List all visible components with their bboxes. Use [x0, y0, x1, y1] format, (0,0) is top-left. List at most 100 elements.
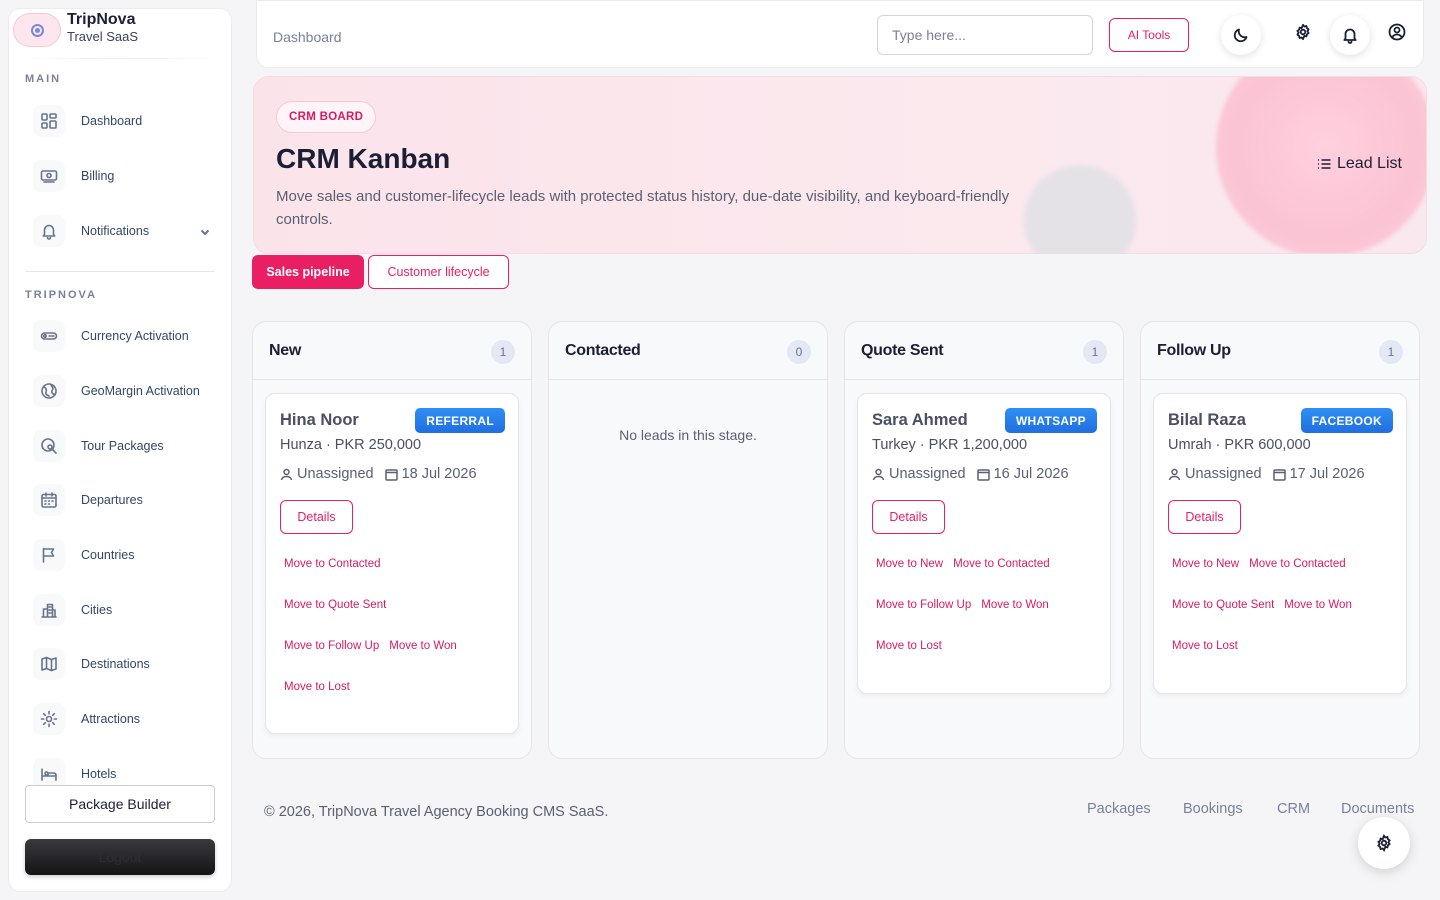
- search-globe-icon: [33, 430, 65, 462]
- move-to-quote-sent-link[interactable]: Move to Quote Sent: [1172, 599, 1274, 640]
- sidebar-item-tour-packages[interactable]: Tour Packages: [25, 426, 221, 466]
- footer-link-bookings[interactable]: Bookings: [1183, 801, 1243, 817]
- lead-card[interactable]: Sara Ahmed WHATSAPP Turkey · PKR 1,200,0…: [857, 393, 1111, 694]
- calendar-icon: [384, 468, 398, 481]
- move-to-contacted-link[interactable]: Move to Contacted: [953, 558, 1050, 599]
- settings-button[interactable]: [1283, 12, 1323, 52]
- sidebar-item-label: Tour Packages: [81, 439, 164, 453]
- bell-icon: [33, 215, 65, 247]
- gear-icon: [1377, 834, 1391, 852]
- column-title: Quote Sent: [861, 342, 944, 359]
- sidebar-item-attractions[interactable]: Attractions: [25, 699, 221, 739]
- move-to-contacted-link[interactable]: Move to Contacted: [1249, 558, 1346, 599]
- sidebar-item-destinations[interactable]: Destinations: [25, 644, 221, 684]
- sidebar-item-notifications[interactable]: Notifications: [25, 211, 221, 251]
- footer-link-crm[interactable]: CRM: [1277, 801, 1310, 817]
- lead-name: Hina Noor: [280, 411, 359, 429]
- ai-tools-button[interactable]: AI Tools: [1109, 18, 1189, 52]
- user-icon: [280, 468, 293, 480]
- calendar-icon: [1272, 468, 1286, 481]
- move-to-contacted-link[interactable]: Move to Contacted: [284, 558, 381, 599]
- notifications-button[interactable]: [1330, 15, 1370, 55]
- tab-customer-lifecycle[interactable]: Customer lifecycle: [368, 255, 509, 289]
- lead-card[interactable]: Bilal Raza FACEBOOK Umrah · PKR 600,000 …: [1153, 393, 1407, 694]
- move-to-lost-link[interactable]: Move to Lost: [284, 681, 350, 722]
- lead-list-link[interactable]: Lead List: [1316, 155, 1402, 173]
- search-input[interactable]: [877, 15, 1093, 55]
- details-button[interactable]: Details: [872, 500, 945, 534]
- column-header: Follow Up 1: [1141, 322, 1419, 380]
- top-navbar: Dashboard AI Tools: [256, 0, 1424, 68]
- move-actions: Move to Contacted Move to Quote Sent Mov…: [284, 558, 508, 722]
- sidebar-item-currency-activation[interactable]: Currency Activation: [25, 316, 221, 356]
- crm-board-badge: CRM BOARD: [276, 101, 377, 133]
- lead-assignee: Unassigned: [1185, 466, 1262, 482]
- decorative-blob: [1024, 165, 1136, 253]
- section-title-main: MAIN: [25, 73, 62, 85]
- lead-meta: Unassigned 17 Jul 2026: [1168, 466, 1365, 482]
- calendar-icon: [976, 468, 990, 481]
- move-to-quote-sent-link[interactable]: Move to Quote Sent: [284, 599, 386, 640]
- lead-summary: Turkey · PKR 1,200,000: [872, 437, 1028, 453]
- sidebar-item-departures[interactable]: Departures: [25, 480, 221, 520]
- lead-source-badge: FACEBOOK: [1300, 408, 1393, 433]
- move-to-follow-up-link[interactable]: Move to Follow Up: [284, 640, 379, 681]
- footer-copyright: © 2026, TripNova Travel Agency Booking C…: [264, 804, 609, 820]
- details-button[interactable]: Details: [1168, 500, 1241, 534]
- kanban-column-contacted: Contacted 0 No leads in this stage.: [548, 321, 828, 759]
- kanban-column-quote-sent: Quote Sent 1 Sara Ahmed WHATSAPP Turkey …: [844, 321, 1124, 759]
- sidebar-item-label: Departures: [81, 493, 143, 507]
- configurator-fab-button[interactable]: [1358, 817, 1410, 869]
- lead-meta: Unassigned 16 Jul 2026: [872, 466, 1069, 482]
- footer-link-documents[interactable]: Documents: [1341, 801, 1414, 817]
- moon-icon: [1233, 28, 1248, 43]
- move-to-follow-up-link[interactable]: Move to Follow Up: [876, 599, 971, 640]
- move-actions: Move to New Move to Contacted Move to Quo…: [1172, 558, 1396, 681]
- account-button[interactable]: [1377, 12, 1417, 52]
- map-icon: [33, 648, 65, 680]
- user-icon: [872, 468, 885, 480]
- lead-due-date: 16 Jul 2026: [993, 466, 1069, 482]
- move-to-won-link[interactable]: Move to Won: [389, 640, 457, 681]
- details-button[interactable]: Details: [280, 500, 353, 534]
- package-builder-button[interactable]: Package Builder: [25, 785, 215, 823]
- kanban-column-follow-up: Follow Up 1 Bilal Raza FACEBOOK Umrah · …: [1140, 321, 1420, 759]
- move-to-new-link[interactable]: Move to New: [876, 558, 943, 599]
- flag-icon: [33, 539, 65, 571]
- sidebar-item-label: Notifications: [81, 224, 150, 238]
- lead-name: Bilal Raza: [1168, 411, 1246, 429]
- billing-icon: [33, 160, 65, 192]
- section-title-tripnova: TRIPNOVA: [25, 289, 98, 301]
- logout-button[interactable]: Logout: [25, 839, 215, 875]
- lead-summary: Hunza · PKR 250,000: [280, 437, 422, 453]
- move-to-lost-link[interactable]: Move to Lost: [876, 640, 942, 681]
- lead-card[interactable]: Hina Noor REFERRAL Hunza · PKR 250,000 U…: [265, 393, 519, 734]
- brand[interactable]: TripNova Travel SaaS: [9, 9, 231, 65]
- brand-name: TripNova: [67, 11, 136, 28]
- lead-due-date: 17 Jul 2026: [1289, 466, 1365, 482]
- dark-mode-toggle[interactable]: [1221, 15, 1261, 55]
- tab-sales-pipeline[interactable]: Sales pipeline: [252, 255, 364, 289]
- sidebar-item-dashboard[interactable]: Dashboard: [25, 101, 221, 141]
- chevron-down-icon[interactable]: [199, 225, 211, 237]
- city-icon: [33, 594, 65, 626]
- sidebar-item-label: Destinations: [81, 657, 150, 671]
- move-to-lost-link[interactable]: Move to Lost: [1172, 640, 1238, 681]
- brand-subtitle: Travel SaaS: [67, 29, 139, 44]
- kanban-column-new: New 1 Hina Noor REFERRAL Hunza · PKR 250…: [252, 321, 532, 759]
- lead-assignee: Unassigned: [889, 466, 966, 482]
- sidebar: TripNova Travel SaaS MAIN Dashboard Bill…: [8, 8, 232, 892]
- sidebar-item-countries[interactable]: Countries: [25, 535, 221, 575]
- sidebar-item-cities[interactable]: Cities: [25, 590, 221, 630]
- sidebar-item-geomargin-activation[interactable]: GeoMargin Activation: [25, 371, 221, 411]
- sidebar-item-billing[interactable]: Billing: [25, 156, 221, 196]
- footer-link-packages[interactable]: Packages: [1087, 801, 1151, 817]
- gear-icon: [33, 703, 65, 735]
- page-description: Move sales and customer-lifecycle leads …: [276, 188, 1010, 228]
- list-icon: [1318, 159, 1331, 169]
- breadcrumb[interactable]: Dashboard: [273, 29, 342, 45]
- move-to-won-link[interactable]: Move to Won: [981, 599, 1049, 640]
- move-to-won-link[interactable]: Move to Won: [1284, 599, 1352, 640]
- move-to-new-link[interactable]: Move to New: [1172, 558, 1239, 599]
- brand-logo-icon: [13, 13, 61, 47]
